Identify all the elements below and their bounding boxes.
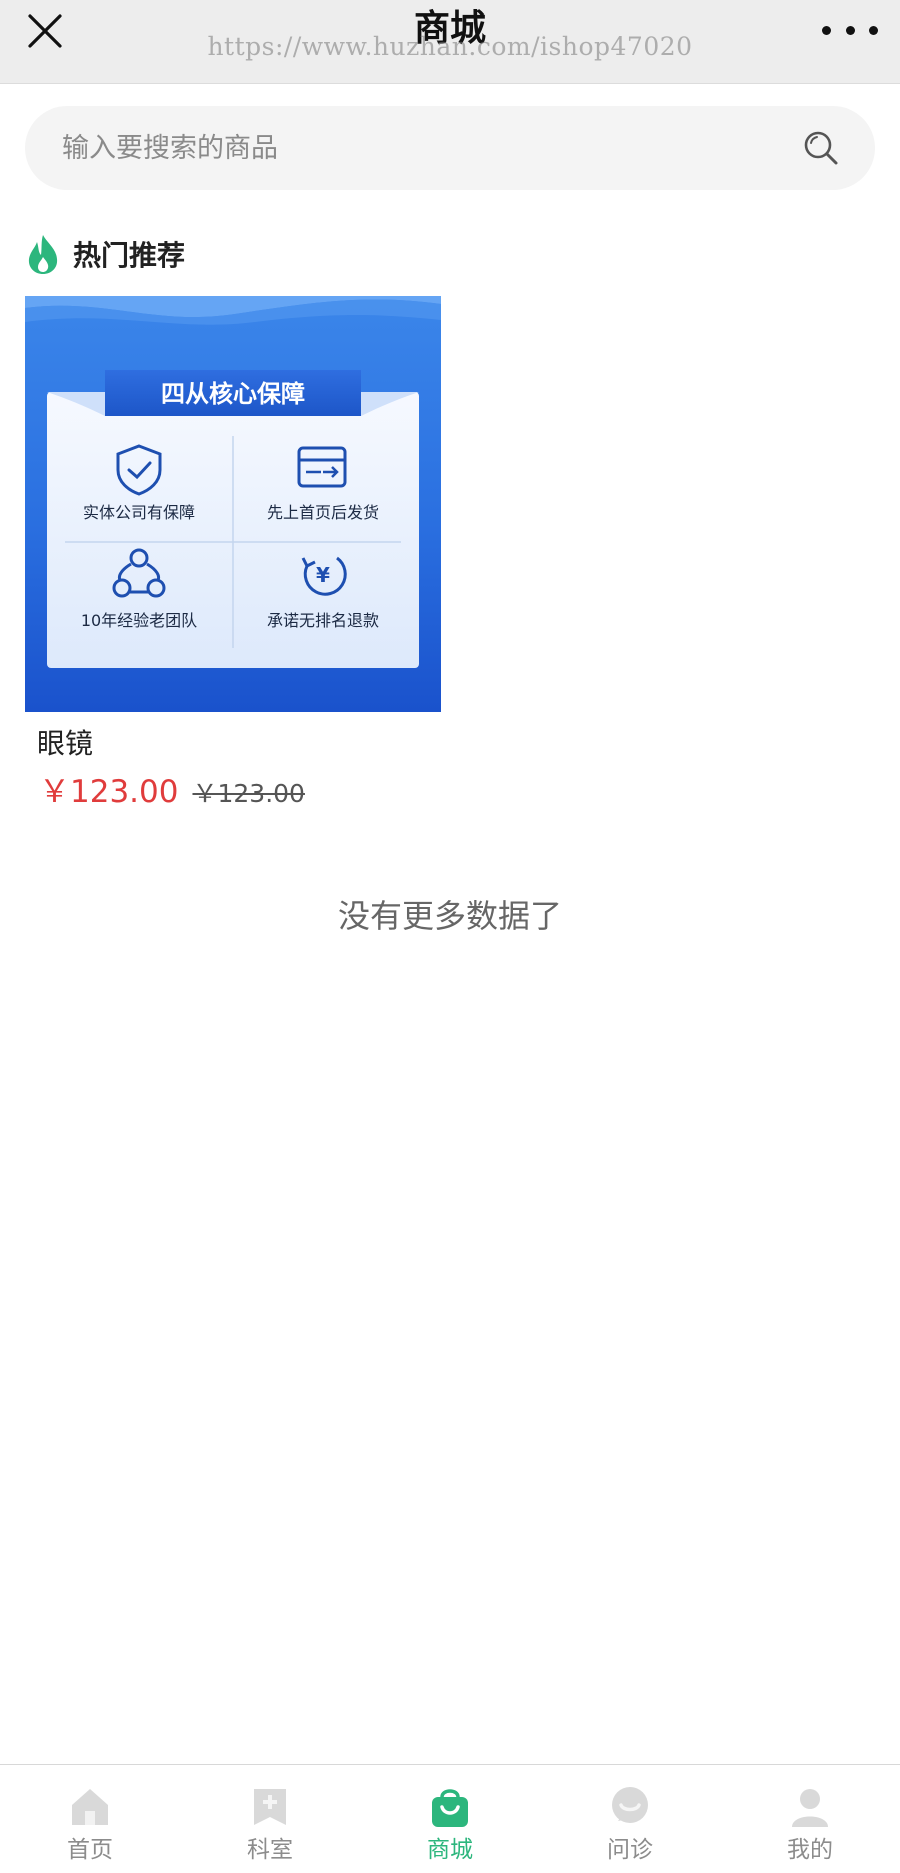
more-dot: [845, 25, 855, 35]
department-icon: [254, 1789, 286, 1825]
product-name: 眼镜: [37, 727, 94, 760]
original-price: ￥123.00: [192, 779, 305, 808]
tab-mine[interactable]: 我的: [720, 1765, 900, 1873]
search-input[interactable]: [25, 106, 805, 190]
user-icon: [792, 1789, 828, 1827]
bottom-tab-bar: 首页 科室 商城 问诊 我的: [0, 1764, 900, 1873]
svg-text:¥: ¥: [316, 563, 330, 587]
section-title: 热门推荐: [73, 239, 186, 272]
consult-icon: [612, 1787, 648, 1823]
home-icon: [72, 1789, 108, 1825]
more-options-icon[interactable]: [822, 12, 878, 48]
price-row: ￥123.00 ￥123.00: [39, 772, 305, 814]
tab-label: 首页: [67, 1837, 113, 1863]
tab-label: 我的: [787, 1837, 833, 1863]
shop-bag-icon: [432, 1789, 468, 1827]
banner-feature-label: 10年经验老团队: [81, 611, 197, 630]
top-navbar: 商城 https://www.huzhan.com/ishop47020: [0, 0, 900, 84]
more-dot: [822, 25, 831, 35]
search-bar: [25, 106, 875, 190]
tab-department[interactable]: 科室: [180, 1765, 360, 1873]
banner-heading: 四从核心保障: [161, 380, 305, 408]
banner-feature-label: 实体公司有保障: [83, 503, 195, 522]
product-image: ¥ 四从核心保障 实体公司有保障 先上首页后发货 10年经验老团队 承诺无排名退…: [25, 296, 441, 712]
search-icon[interactable]: [801, 128, 841, 168]
no-more-data-text: 没有更多数据了: [337, 897, 562, 935]
tab-label: 商城: [427, 1837, 473, 1863]
tab-consult[interactable]: 问诊: [540, 1765, 720, 1873]
watermark-url: https://www.huzhan.com/ishop47020: [207, 32, 693, 61]
tab-label: 问诊: [607, 1837, 653, 1863]
hot-recommend-header: 热门推荐: [25, 232, 185, 276]
product-card[interactable]: ¥ 四从核心保障 实体公司有保障 先上首页后发货 10年经验老团队 承诺无排名退…: [25, 296, 441, 816]
tab-home[interactable]: 首页: [0, 1765, 180, 1873]
flame-icon: [28, 235, 58, 274]
product-price: ￥123.00: [39, 774, 179, 810]
banner-feature-label: 承诺无排名退款: [267, 611, 379, 630]
tab-label: 科室: [247, 1837, 293, 1863]
more-dot: [869, 25, 878, 35]
banner-feature-label: 先上首页后发货: [267, 503, 379, 522]
tab-shop[interactable]: 商城: [360, 1765, 540, 1873]
